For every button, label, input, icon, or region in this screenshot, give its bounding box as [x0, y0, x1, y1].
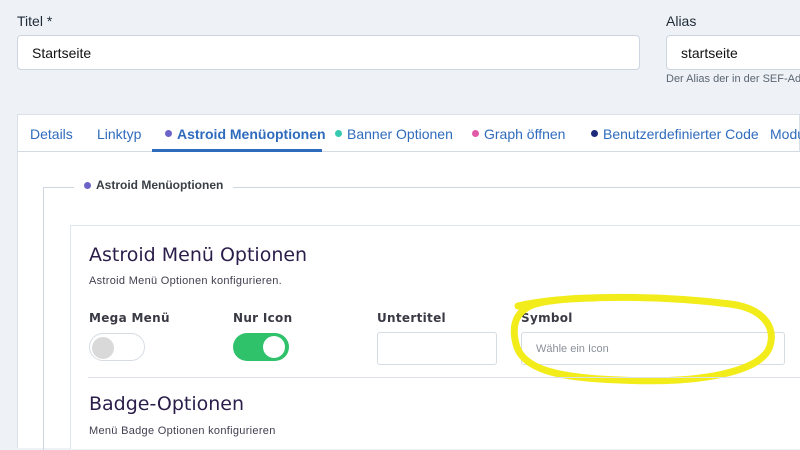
icon-only-label: Nur Icon [233, 311, 293, 325]
tab-astroid-menu-options[interactable]: Astroid Menüoptionen [165, 115, 326, 152]
dot-icon [472, 130, 479, 137]
fieldset-legend-label: Astroid Menüoptionen [96, 178, 224, 192]
tab-label: Linktyp [97, 125, 142, 142]
section-divider [88, 377, 800, 378]
dot-icon [591, 130, 598, 137]
toggle-knob [263, 336, 285, 358]
tab-custom-code[interactable]: Benutzerdefinierter Code [591, 115, 759, 152]
dot-icon [84, 181, 91, 189]
tab-details[interactable]: Details [30, 115, 73, 152]
dot-icon [335, 130, 342, 137]
tab-bar: Details Linktyp Astroid Menüoptionen Ban… [17, 114, 800, 152]
tab-label: Modu [770, 125, 800, 142]
mega-menu-label: Mega Menü [89, 311, 170, 325]
toggle-knob [92, 337, 114, 359]
alias-input[interactable]: startseite [666, 35, 800, 70]
tab-label: Astroid Menüoptionen [177, 125, 326, 142]
tab-modules[interactable]: Modu [770, 115, 800, 152]
alias-help-text: Der Alias der in der SEF-Ad [666, 73, 800, 85]
section-title: Astroid Menü Optionen [89, 244, 308, 266]
fieldset-legend: Astroid Menüoptionen [74, 178, 234, 192]
alias-label: Alias [666, 13, 697, 29]
tab-linktype[interactable]: Linktyp [97, 115, 141, 152]
tab-label: Details [30, 125, 73, 142]
subtitle-input[interactable] [377, 332, 497, 365]
tab-graph-open[interactable]: Graph öffnen [472, 115, 565, 152]
section-description: Astroid Menü Optionen konfigurieren. [89, 275, 283, 287]
subtitle-label: Untertitel [377, 311, 446, 325]
tab-label: Benutzerdefinierter Code [603, 125, 759, 142]
tab-banner-options[interactable]: Banner Optionen [335, 115, 453, 152]
dot-icon [165, 130, 172, 137]
mega-menu-toggle[interactable] [89, 333, 145, 361]
badge-section-title: Badge-Optionen [89, 393, 245, 415]
title-input[interactable]: Startseite [17, 35, 640, 70]
tab-label: Graph öffnen [484, 125, 566, 142]
title-label: Titel * [17, 13, 53, 29]
badge-section-description: Menü Badge Optionen konfigurieren [89, 425, 276, 437]
tab-label: Banner Optionen [347, 125, 453, 142]
icon-only-toggle[interactable] [233, 333, 289, 361]
